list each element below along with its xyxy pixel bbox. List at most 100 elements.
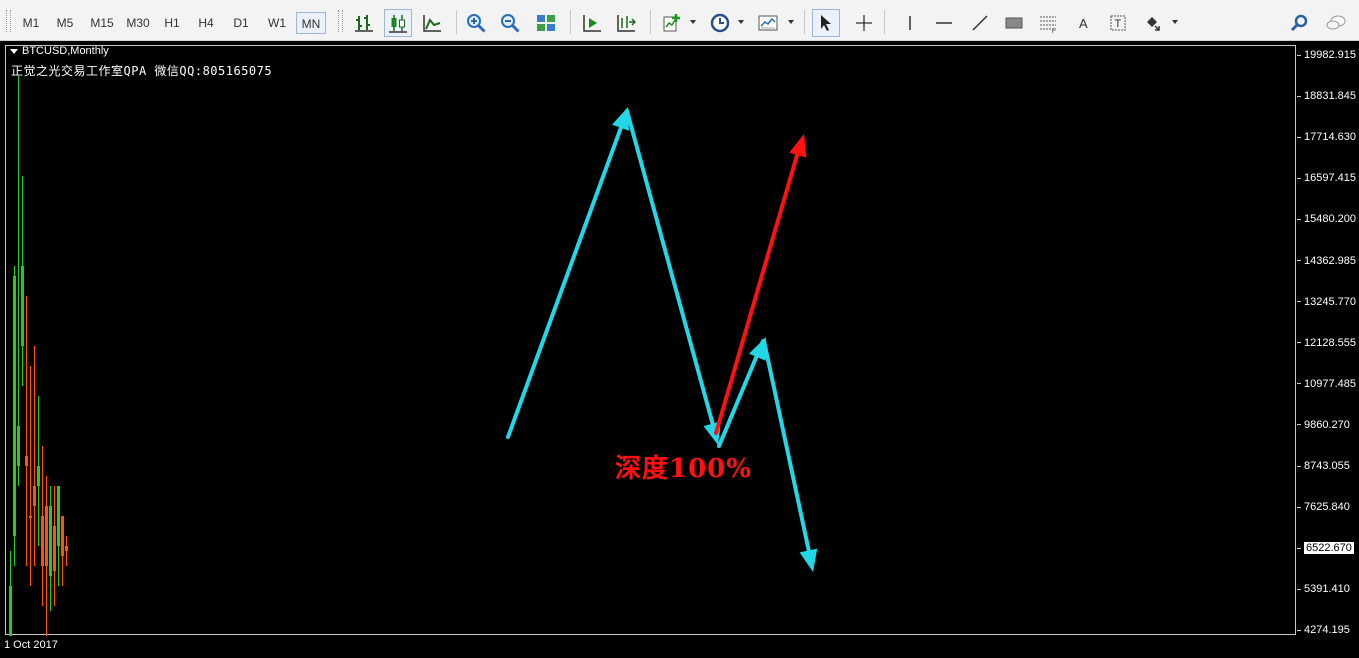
- tick-mark: [1297, 588, 1301, 590]
- timeframe-h1[interactable]: H1: [158, 12, 186, 34]
- toolbar: M1 M5 M15 M30 H1 H4 D1 W1 MN F A T: [0, 0, 1359, 41]
- price-tick-label: 15480.200: [1304, 213, 1356, 226]
- candle-body: [29, 516, 32, 518]
- zoom-in-icon[interactable]: [462, 9, 490, 37]
- price-tick: 13245.770: [1297, 296, 1359, 308]
- price-tick: 7625.840: [1297, 501, 1359, 513]
- chat-icon[interactable]: [1322, 9, 1350, 37]
- bar-chart-icon[interactable]: [350, 9, 378, 37]
- candle-body: [53, 526, 56, 571]
- price-tick-label: 19982.915: [1304, 49, 1356, 61]
- chart-shift-icon[interactable]: [612, 9, 640, 37]
- svg-text:T: T: [1115, 18, 1122, 30]
- zoom-out-icon[interactable]: [496, 9, 524, 37]
- price-tick-label: 10977.485: [1304, 377, 1356, 390]
- timeframe-m1[interactable]: M1: [16, 12, 46, 34]
- price-tick-label: 17714.630: [1304, 131, 1356, 144]
- cursor-icon[interactable]: [812, 9, 840, 37]
- timeframe-m15[interactable]: M15: [84, 12, 120, 34]
- tick-mark: [1297, 465, 1301, 467]
- fibonacci-icon[interactable]: F: [1034, 9, 1062, 37]
- arrows-icon[interactable]: [1140, 9, 1168, 37]
- tick-mark: [1297, 629, 1301, 631]
- price-tick-label: 18831.845: [1304, 90, 1356, 103]
- chart-plot-area[interactable]: [5, 45, 1296, 636]
- price-tick: 6522.670: [1297, 542, 1359, 555]
- symbol-label[interactable]: BTCUSD,Monthly: [10, 45, 109, 57]
- timeframe-mn[interactable]: MN: [296, 12, 326, 34]
- price-tick-label: 8743.055: [1304, 460, 1350, 472]
- price-tick-label: 12128.555: [1304, 336, 1356, 349]
- candlestick-chart-icon[interactable]: [384, 9, 412, 37]
- toolbar-grip[interactable]: [338, 10, 343, 32]
- price-tick: 15480.200: [1297, 213, 1359, 225]
- tick-mark: [1297, 218, 1301, 220]
- price-tick: 12128.555: [1297, 337, 1359, 349]
- text-label-icon[interactable]: T: [1104, 9, 1132, 37]
- tick-mark: [1297, 424, 1301, 426]
- timeframe-m30[interactable]: M30: [122, 12, 154, 34]
- indicators-icon[interactable]: [658, 9, 686, 37]
- price-tick-label: 16597.415: [1304, 172, 1356, 185]
- candle-body: [21, 266, 24, 346]
- price-tick-label: 6522.670: [1304, 542, 1354, 555]
- price-tick-label: 9860.270: [1304, 418, 1350, 431]
- price-tick: 19982.915: [1297, 49, 1359, 61]
- horizontal-line-icon[interactable]: [930, 9, 958, 37]
- candle-body: [9, 586, 12, 636]
- toolbar-grip[interactable]: [6, 10, 11, 32]
- candle-body: [57, 486, 60, 546]
- symbol-label-text: BTCUSD,Monthly: [22, 45, 109, 57]
- chart-window[interactable]: BTCUSD,Monthly 正觉之光交易工作室QPA 微信QQ:8051650…: [0, 41, 1359, 658]
- search-icon[interactable]: [1286, 9, 1314, 37]
- svg-text:A: A: [1079, 16, 1088, 31]
- tick-mark: [1297, 301, 1301, 303]
- price-tick: 10977.485: [1297, 378, 1359, 390]
- tick-mark: [1297, 547, 1301, 549]
- timeframe-h4[interactable]: H4: [192, 12, 220, 34]
- text-icon[interactable]: A: [1070, 9, 1098, 37]
- timeframe-m5[interactable]: M5: [50, 12, 80, 34]
- vertical-line-icon[interactable]: [896, 9, 924, 37]
- tick-mark: [1297, 260, 1301, 262]
- rectangle-icon[interactable]: [1000, 9, 1028, 37]
- time-axis-label: 1 Oct 2017: [4, 639, 58, 651]
- crosshair-icon[interactable]: [850, 9, 878, 37]
- price-tick-label: 14362.985: [1304, 254, 1356, 267]
- tick-mark: [1297, 95, 1301, 97]
- price-axis[interactable]: 19982.915 18831.845 17714.630 16597.415 1548…: [1297, 45, 1359, 636]
- timeframe-w1[interactable]: W1: [262, 12, 292, 34]
- tick-mark: [1297, 177, 1301, 179]
- timeframe-d1[interactable]: D1: [227, 12, 255, 34]
- price-tick-label: 13245.770: [1304, 295, 1356, 308]
- tile-windows-icon[interactable]: [532, 9, 560, 37]
- price-tick: 14362.985: [1297, 255, 1359, 267]
- auto-scroll-icon[interactable]: [578, 9, 606, 37]
- price-tick: 16597.415: [1297, 172, 1359, 184]
- candle-body: [61, 516, 64, 556]
- candle-body: [17, 426, 20, 466]
- tick-mark: [1297, 54, 1301, 56]
- candle-body: [65, 546, 68, 551]
- price-tick-label: 7625.840: [1304, 501, 1350, 514]
- tick-mark: [1297, 383, 1301, 385]
- candle-body: [45, 506, 48, 566]
- templates-icon[interactable]: [754, 9, 782, 37]
- svg-text:F: F: [1052, 29, 1056, 34]
- candles-layer: [9, 76, 68, 636]
- candle-body: [41, 516, 44, 566]
- price-tick-label: 5391.410: [1304, 583, 1350, 596]
- candle-body: [13, 276, 16, 536]
- candle-body: [33, 486, 36, 506]
- tick-mark: [1297, 506, 1301, 508]
- depth-annotation: 深度100%: [615, 454, 752, 484]
- watermark-text: 正觉之光交易工作室QPA 微信QQ:805165075: [11, 64, 273, 78]
- price-tick: 17714.630: [1297, 131, 1359, 143]
- periods-icon[interactable]: [706, 9, 734, 37]
- price-tick: 18831.845: [1297, 90, 1359, 102]
- price-tick-label: 4274.195: [1304, 624, 1350, 637]
- trendline-icon[interactable]: [966, 9, 994, 37]
- collapse-triangle-icon[interactable]: [10, 48, 18, 54]
- line-chart-icon[interactable]: [418, 9, 446, 37]
- price-tick: 4274.195: [1297, 624, 1359, 636]
